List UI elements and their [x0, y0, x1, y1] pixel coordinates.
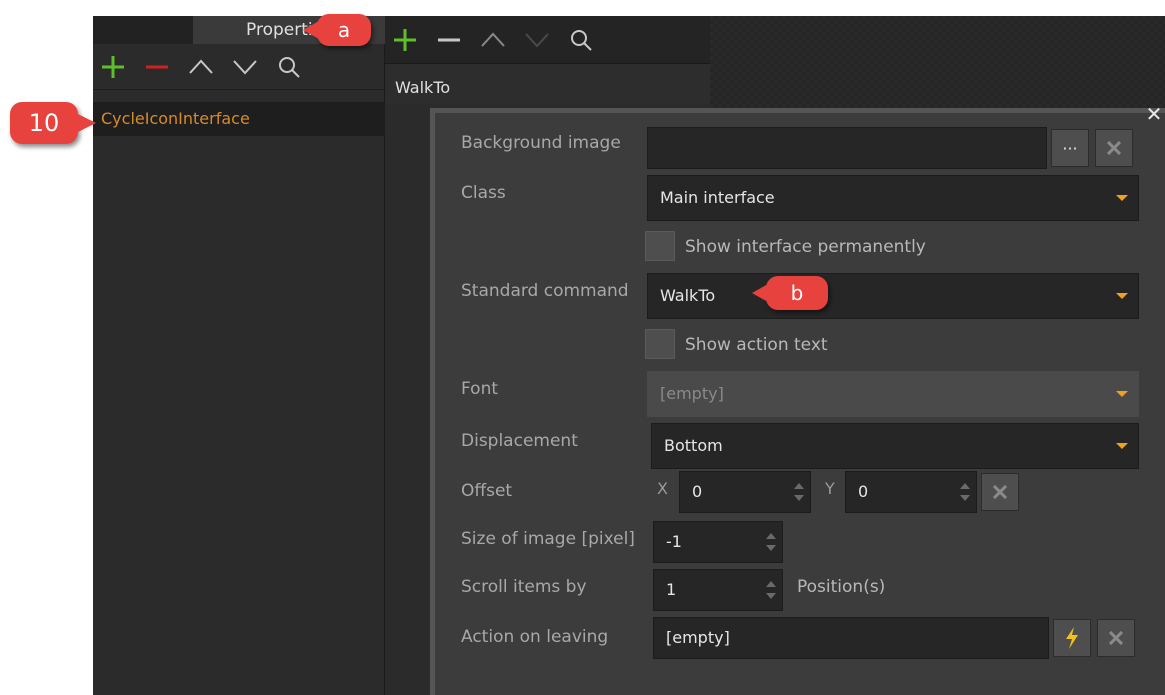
show-action-text-checkbox[interactable]	[645, 329, 675, 359]
properties-toolbar	[93, 44, 385, 90]
command-list-item-walkto[interactable]: WalkTo	[385, 64, 710, 104]
chevron-up-icon[interactable]	[187, 53, 215, 81]
callout-10: 10	[10, 102, 96, 144]
displacement-value: Bottom	[664, 436, 723, 455]
chevron-down-icon[interactable]	[231, 53, 259, 81]
displacement-label: Displacement	[461, 431, 578, 451]
close-icon	[1107, 141, 1121, 155]
background-image-field[interactable]	[647, 127, 1047, 169]
chevron-down-icon[interactable]	[523, 26, 551, 54]
callout-b: b	[752, 276, 828, 310]
font-select: [empty]	[647, 371, 1139, 417]
lightning-icon	[1066, 627, 1078, 649]
plus-icon[interactable]	[99, 53, 127, 81]
tree-item-cycle-icon-interface[interactable]: CycleIconInterface	[93, 102, 385, 136]
image-size-stepper[interactable]: -1	[653, 521, 783, 563]
spinner-icon[interactable]	[794, 483, 804, 501]
scroll-items-suffix: Position(s)	[797, 577, 886, 597]
action-on-leaving-field[interactable]: [empty]	[653, 617, 1049, 659]
close-icon	[1109, 631, 1123, 645]
show-permanently-checkbox[interactable]	[645, 231, 675, 261]
offset-x-value: 0	[692, 482, 703, 501]
search-icon[interactable]	[567, 26, 595, 54]
scroll-items-stepper[interactable]: 1	[653, 569, 783, 611]
scroll-items-label: Scroll items by	[461, 577, 587, 597]
class-label: Class	[461, 183, 506, 203]
chevron-down-icon	[1116, 195, 1128, 201]
font-label: Font	[461, 379, 499, 399]
chevron-up-icon[interactable]	[479, 26, 507, 54]
interface-properties-dialog: ✕ Background image ··· Class Main interf…	[430, 103, 1165, 695]
image-size-value: -1	[666, 532, 682, 551]
offset-label: Offset	[461, 481, 513, 501]
properties-panel: Properties CycleIconInterface	[93, 16, 385, 695]
plus-icon[interactable]	[391, 26, 419, 54]
chevron-down-icon	[1116, 443, 1128, 449]
offset-x-stepper[interactable]: 0	[679, 471, 811, 513]
displacement-select[interactable]: Bottom	[651, 423, 1139, 469]
action-on-leaving-label: Action on leaving	[461, 627, 609, 647]
spinner-icon[interactable]	[766, 581, 776, 599]
scroll-items-value: 1	[666, 580, 677, 599]
show-action-text-label: Show action text	[685, 335, 828, 355]
offset-y-label: Y	[825, 479, 835, 498]
class-value: Main interface	[660, 188, 775, 207]
offset-x-label: X	[657, 479, 668, 498]
show-permanently-label: Show interface permanently	[685, 237, 926, 257]
font-value: [empty]	[660, 384, 724, 403]
close-icon	[993, 485, 1007, 499]
commands-toolbar	[385, 16, 710, 64]
background-image-label: Background image	[461, 133, 621, 153]
minus-icon[interactable]	[143, 53, 171, 81]
standard-command-select[interactable]: WalkTo	[647, 273, 1139, 319]
spinner-icon[interactable]	[960, 483, 970, 501]
class-select[interactable]: Main interface	[647, 175, 1139, 221]
clear-offset-button[interactable]	[981, 473, 1019, 511]
image-size-label: Size of image [pixel]	[461, 529, 635, 549]
chevron-down-icon	[1116, 293, 1128, 299]
standard-command-value: WalkTo	[660, 286, 716, 305]
chevron-down-icon	[1116, 391, 1128, 397]
action-on-leaving-script-button[interactable]	[1053, 619, 1091, 657]
clear-action-button[interactable]	[1097, 619, 1135, 657]
standard-command-label: Standard command	[461, 281, 629, 301]
minus-icon[interactable]	[435, 26, 463, 54]
offset-y-stepper[interactable]: 0	[845, 471, 977, 513]
search-icon[interactable]	[275, 53, 303, 81]
close-icon[interactable]: ✕	[1143, 103, 1165, 125]
offset-y-value: 0	[858, 482, 869, 501]
spinner-icon[interactable]	[766, 533, 776, 551]
clear-background-button[interactable]	[1095, 129, 1133, 167]
callout-a: a	[303, 14, 371, 46]
browse-button[interactable]: ···	[1051, 129, 1089, 167]
